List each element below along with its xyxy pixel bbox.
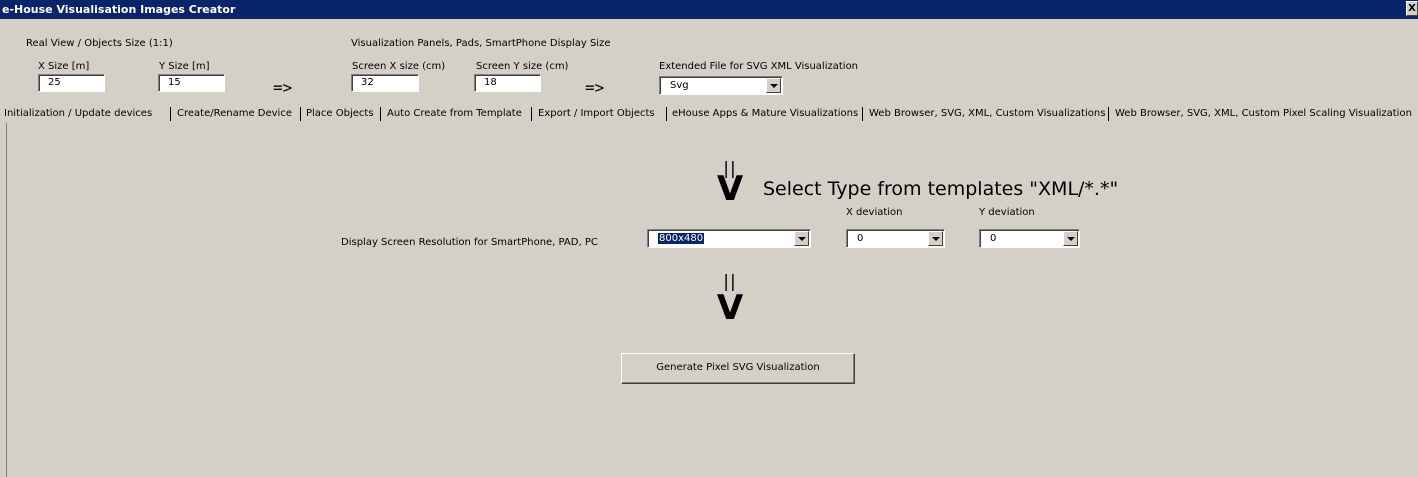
window-title: e-House Visualisation Images Creator	[2, 3, 236, 16]
x-deviation-select[interactable]: 0	[846, 229, 945, 248]
x-deviation-value: 0	[857, 233, 864, 244]
y-deviation-label: Y deviation	[979, 207, 1035, 218]
extended-file-label: Extended File for SVG XML Visualization	[659, 61, 859, 72]
y-deviation-select[interactable]: 0	[979, 229, 1080, 248]
y-size-label: Y Size [m]	[159, 61, 210, 72]
panels-heading: Visualization Panels, Pads, SmartPhone D…	[351, 38, 611, 49]
tab-strip: Initialization / Update devices Create/R…	[0, 105, 1418, 123]
x-deviation-label: X deviation	[846, 207, 903, 218]
arrow-indicator-1: =>	[273, 78, 293, 97]
tab-divider	[862, 107, 863, 121]
resolution-label: Display Screen Resolution for SmartPhone…	[341, 237, 598, 248]
chevron-down-icon[interactable]	[928, 231, 943, 246]
title-bar: e-House Visualisation Images Creator X	[0, 0, 1418, 19]
select-type-text: Select Type from templates "XML/*.*"	[763, 178, 1119, 200]
tab-place-objects[interactable]: Place Objects	[306, 105, 374, 123]
real-view-heading: Real View / Objects Size (1:1)	[26, 38, 173, 49]
tab-divider	[1108, 107, 1109, 121]
screen-x-input[interactable]: 32	[351, 74, 419, 92]
tab-initialization[interactable]: Initialization / Update devices	[4, 105, 152, 123]
down-arrow-v-2: V	[716, 288, 744, 328]
tab-divider	[666, 107, 667, 121]
tab-export-import[interactable]: Export / Import Objects	[538, 105, 655, 123]
extended-file-value: Svg	[670, 80, 689, 91]
arrow-indicator-2: =>	[585, 78, 605, 97]
resolution-value: 800x480	[658, 233, 705, 244]
tab-pixel-scaling[interactable]: Web Browser, SVG, XML, Custom Pixel Scal…	[1115, 105, 1412, 123]
y-deviation-value: 0	[990, 233, 997, 244]
x-size-label: X Size [m]	[38, 61, 90, 72]
tab-ehouse-apps[interactable]: eHouse Apps & Mature Visualizations	[672, 105, 858, 123]
resolution-select[interactable]: 800x480	[647, 229, 811, 248]
tab-web-browser-custom[interactable]: Web Browser, SVG, XML, Custom Visualizat…	[869, 105, 1105, 123]
x-size-input[interactable]: 25	[38, 74, 105, 92]
down-arrow-v-1: V	[716, 169, 744, 209]
generate-svg-button[interactable]: Generate Pixel SVG Visualization	[621, 353, 855, 384]
tab-divider	[170, 107, 171, 121]
chevron-down-icon[interactable]	[1063, 231, 1078, 246]
tab-divider	[380, 107, 381, 121]
tab-divider	[531, 107, 532, 121]
tab-create-rename[interactable]: Create/Rename Device	[177, 105, 292, 123]
tab-auto-create[interactable]: Auto Create from Template	[387, 105, 522, 123]
y-size-input[interactable]: 15	[158, 74, 225, 92]
chevron-down-icon[interactable]	[794, 231, 809, 246]
chevron-down-icon[interactable]	[766, 78, 781, 93]
screen-y-input[interactable]: 18	[474, 74, 541, 92]
extended-file-select[interactable]: Svg	[659, 76, 783, 95]
screen-x-label: Screen X size (cm)	[352, 61, 446, 72]
screen-y-label: Screen Y size (cm)	[476, 61, 569, 72]
close-icon[interactable]: X	[1406, 1, 1418, 16]
tab-divider	[300, 107, 301, 121]
